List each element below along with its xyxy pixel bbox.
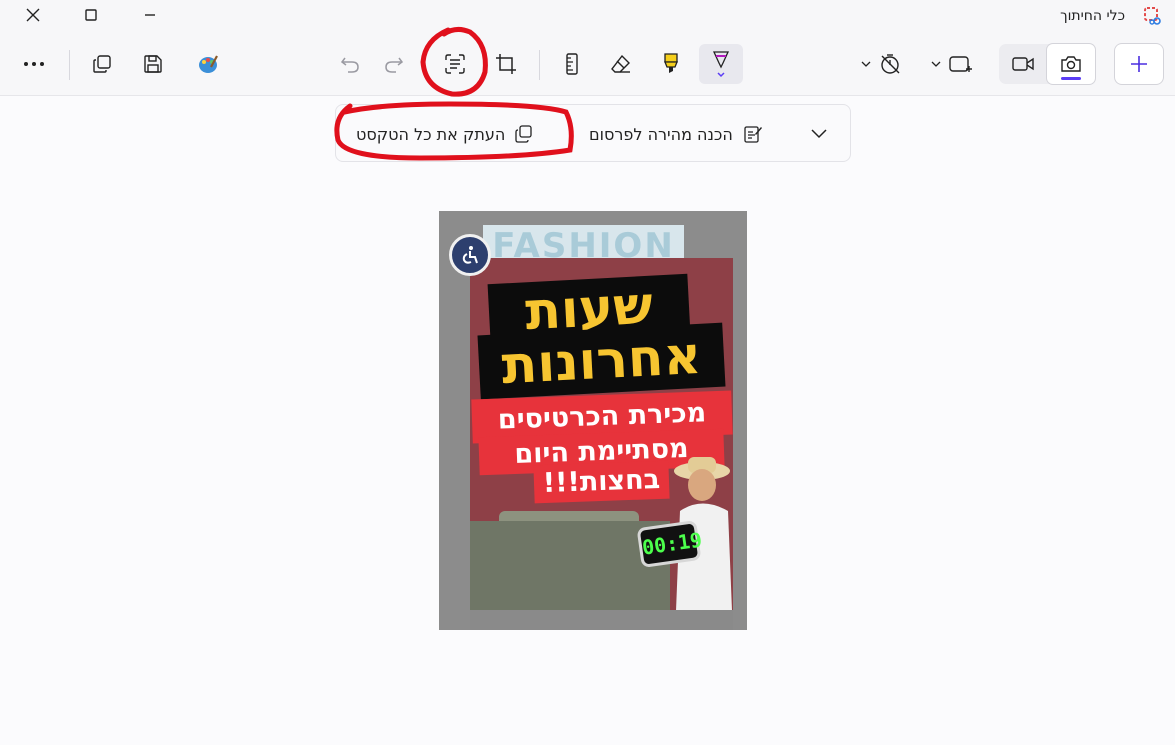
close-icon [26, 8, 40, 22]
poster-headline-line2: אחרונות [477, 322, 726, 400]
highlighter-button[interactable] [649, 44, 693, 84]
maximize-button[interactable] [68, 0, 114, 30]
redo-icon [385, 57, 404, 73]
text-actions-bar: העתק את כל הטקסט הכנה מהירה לפרסום [335, 104, 851, 162]
timer-icon [861, 54, 900, 74]
pen-button[interactable] [699, 44, 743, 84]
chevron-down-icon [811, 129, 827, 139]
plus-icon [1131, 56, 1147, 72]
undo-icon [340, 57, 359, 73]
video-camera-icon [1012, 57, 1034, 71]
snip-canvas[interactable]: FASHION שעות אחרונות מכירת הכרטיסים מסתי… [439, 211, 747, 630]
highlighter-icon [664, 53, 678, 73]
title-bar: כלי החיתוך [0, 0, 1175, 32]
copy-all-text-button[interactable]: העתק את כל הטקסט [356, 105, 533, 163]
copy-all-text-label: העתק את כל הטקסט [356, 124, 506, 144]
copy-button[interactable] [80, 44, 124, 84]
more-options-button[interactable] [12, 44, 56, 84]
redo-button[interactable] [372, 44, 416, 84]
toolbar [0, 32, 1175, 96]
window-title: כלי החיתוך [1060, 8, 1125, 24]
selected-indicator [1061, 77, 1081, 80]
redact-document-icon [744, 126, 762, 143]
more-icon [24, 62, 44, 66]
copy-icon [93, 55, 111, 73]
quick-redact-button[interactable]: הכנה מהירה לפרסום [589, 105, 763, 163]
snipping-tool-icon [1143, 6, 1163, 26]
minimize-icon [145, 14, 155, 16]
rectangle-snip-icon [931, 56, 972, 72]
eraser-button[interactable] [599, 44, 643, 84]
ruler-icon [566, 53, 578, 75]
poster-subline-3: בחצות!!! [533, 460, 670, 504]
text-actions-dropdown[interactable] [810, 105, 828, 163]
copy-icon [515, 125, 532, 143]
minimize-button[interactable] [127, 0, 173, 30]
eraser-icon [611, 54, 630, 73]
poster-bottom-strip [470, 610, 733, 630]
toolbar-separator [69, 50, 70, 80]
delay-timer-dropdown[interactable] [858, 44, 908, 84]
video-mode-button[interactable] [999, 44, 1047, 84]
maximize-icon [85, 9, 97, 21]
toolbar-separator [539, 50, 540, 80]
crop-button[interactable] [484, 44, 528, 84]
snip-shape-dropdown[interactable] [928, 44, 978, 84]
close-button[interactable] [10, 0, 56, 30]
save-button[interactable] [131, 44, 175, 84]
camera-icon [1061, 56, 1081, 72]
accessibility-icon[interactable] [449, 234, 491, 276]
new-snip-button[interactable] [1115, 44, 1163, 84]
undo-button[interactable] [328, 44, 372, 84]
text-actions-icon [445, 54, 465, 74]
edit-in-paint-button[interactable] [186, 44, 230, 84]
capture-mode-toggle [999, 44, 1095, 84]
pen-icon [712, 51, 730, 78]
text-actions-button[interactable] [433, 44, 477, 84]
photo-mode-button[interactable] [1047, 44, 1095, 84]
poster-clock: 00:19 [636, 520, 704, 568]
crop-icon [496, 54, 516, 74]
quick-redact-label: הכנה מהירה לפרסום [589, 124, 733, 144]
save-icon [144, 55, 162, 73]
paint-palette-icon [199, 55, 218, 73]
ruler-button[interactable] [550, 44, 594, 84]
